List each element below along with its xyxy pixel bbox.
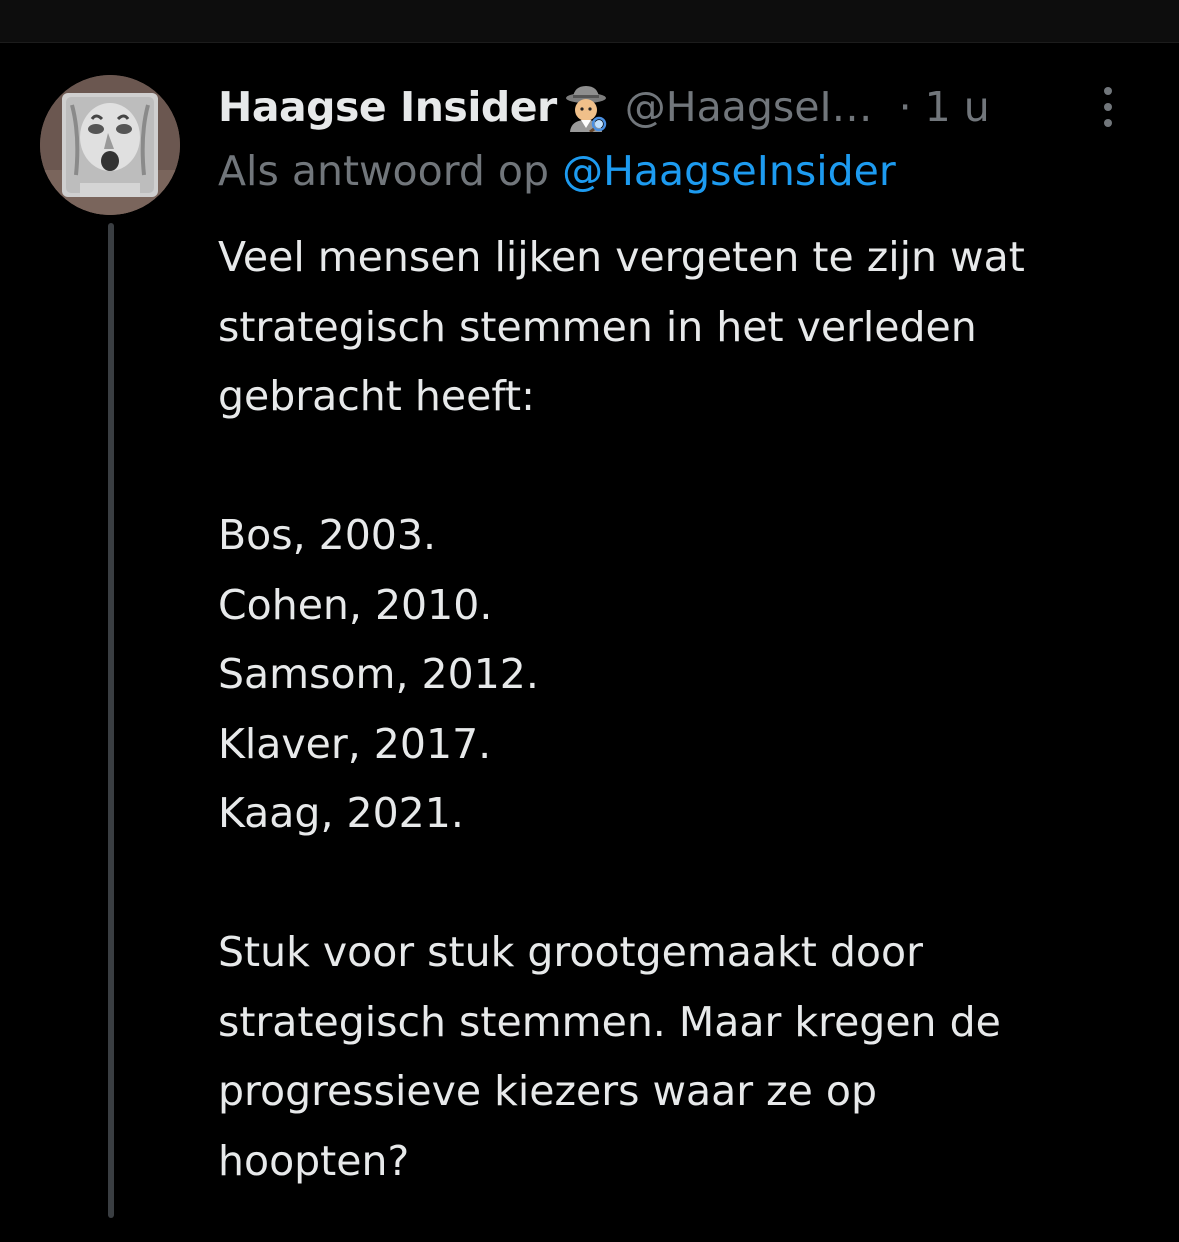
top-bar (0, 0, 1179, 43)
list-item: Kaag, 2021. (218, 789, 464, 837)
thread-line (108, 223, 114, 1218)
reply-mention-link[interactable]: @HaagseInsider (562, 147, 896, 195)
tweet-header: Haagse Insider @HaagseI… · 1 u (218, 77, 1158, 137)
timestamp[interactable]: · 1 u (899, 83, 990, 131)
reply-prefix: Als antwoord op (218, 147, 550, 195)
handle[interactable]: @HaagseI… (625, 83, 873, 131)
tweet[interactable]: Haagse Insider @HaagseI… · 1 u Als antwo… (0, 43, 1179, 1242)
intro-line: strategisch stemmen in het verleden (218, 302, 977, 351)
more-options-button[interactable] (1094, 83, 1122, 131)
display-name[interactable]: Haagse Insider (218, 83, 557, 131)
outro-line: Stuk voor stuk grootgemaakt door (218, 928, 923, 976)
list-item: Cohen, 2010. (218, 580, 493, 629)
outro-line: progressieve kiezers waar ze op (218, 1067, 878, 1115)
intro-line: Veel mensen lijken vergeten te zijn wat (218, 233, 1025, 281)
avatar[interactable] (40, 75, 180, 215)
stone-face-avatar-image (40, 75, 180, 215)
list-item: Samsom, 2012. (218, 650, 539, 698)
intro-line: gebracht heeft: (218, 372, 535, 420)
detective-emoji-icon (561, 82, 611, 134)
reply-context: Als antwoord op @HaagseInsider (218, 147, 896, 195)
list-item: Bos, 2003. (218, 511, 437, 559)
more-vertical-icon (1104, 87, 1112, 127)
list-item: Klaver, 2017. (218, 719, 492, 768)
outro-line: strategisch stemmen. Maar kregen de (218, 997, 1001, 1046)
outro-line: hoopten? (218, 1136, 410, 1185)
tweet-text: Veel mensen lijken vergeten te zijn wat … (218, 223, 1158, 1196)
